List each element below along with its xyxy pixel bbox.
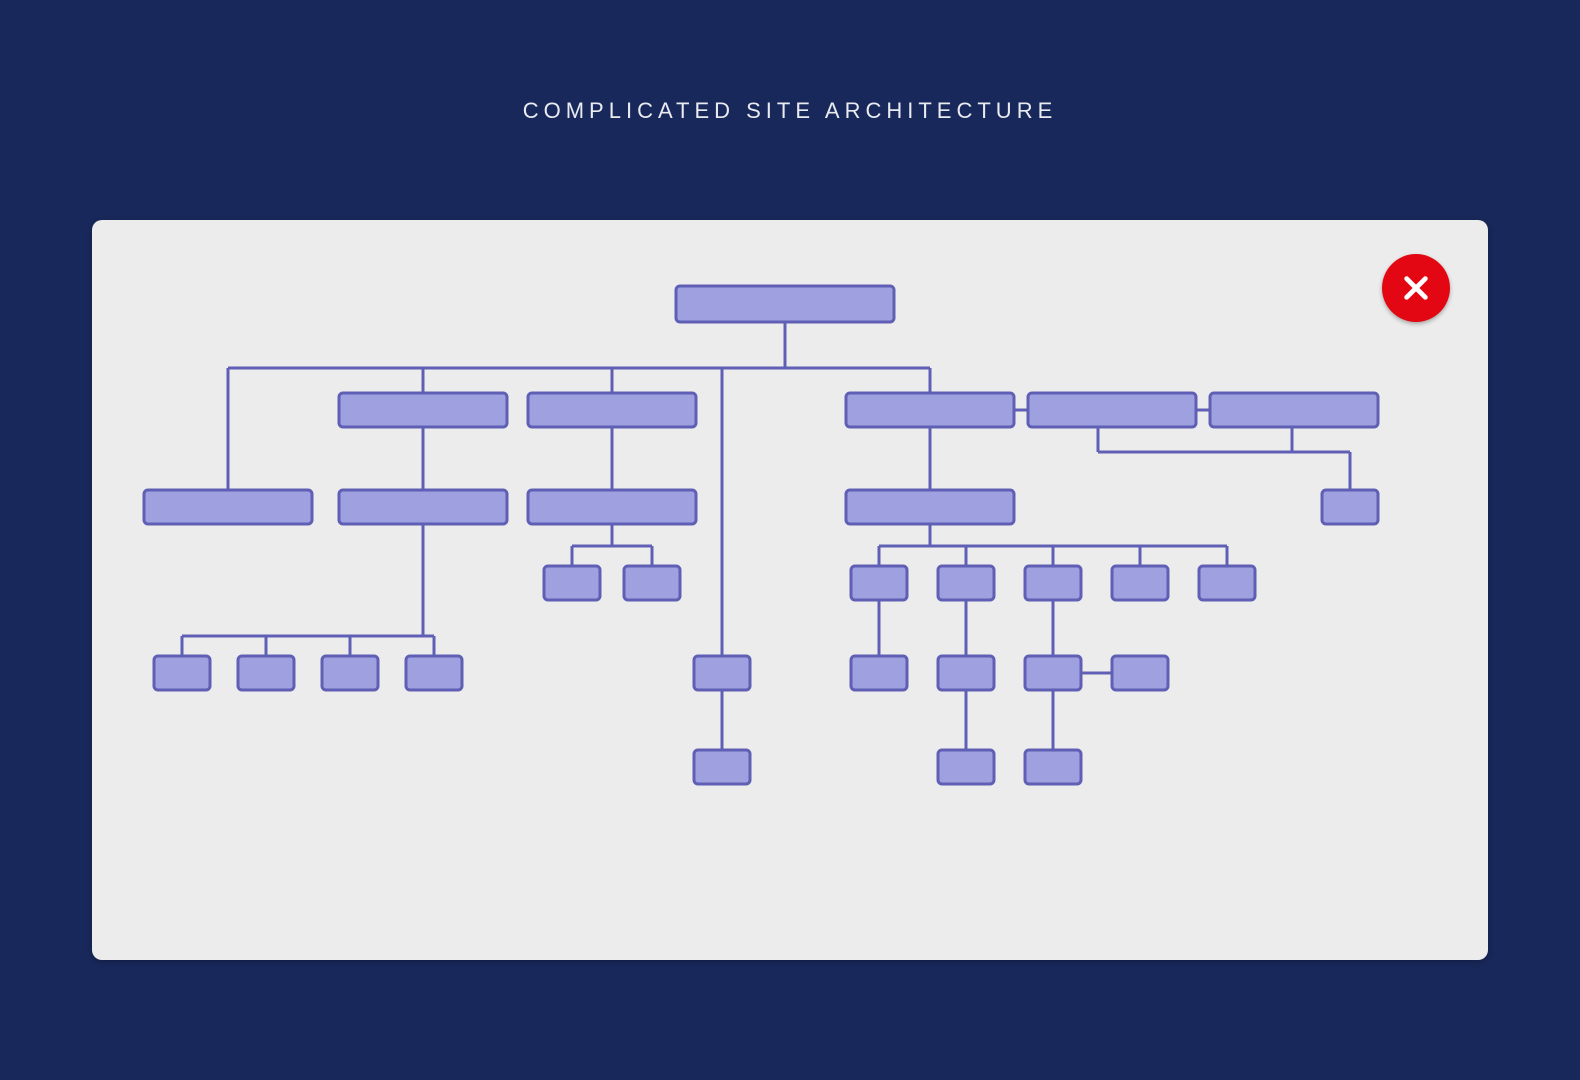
node-c3 [846,490,1014,524]
diagram-title: COMPLICATED SITE ARCHITECTURE [0,0,1580,124]
node-b2 [528,393,696,427]
node-bl1 [154,656,210,690]
node-rr1 [851,656,907,690]
node-rr2 [938,656,994,690]
node-r1 [851,566,907,600]
node-b3r2 [1210,393,1378,427]
node-rr3s [1112,656,1168,690]
node-rr3 [1025,656,1081,690]
node-rb1 [938,750,994,784]
diagram-panel [92,220,1488,960]
node-L1b [339,490,507,524]
node-b3 [846,393,1014,427]
node-mid2 [694,750,750,784]
node-bl4 [406,656,462,690]
node-root [676,286,894,322]
node-c2 [528,490,696,524]
site-architecture-diagram [92,220,1488,960]
node-mid1 [694,656,750,690]
node-b1 [339,393,507,427]
node-r5 [1199,566,1255,600]
node-L1a [144,490,312,524]
node-bl3 [322,656,378,690]
node-r3 [1025,566,1081,600]
node-b3r1 [1028,393,1196,427]
node-r2 [938,566,994,600]
node-gc2a [544,566,600,600]
node-rb2 [1025,750,1081,784]
node-r_small [1322,490,1378,524]
node-r4 [1112,566,1168,600]
node-bl2 [238,656,294,690]
node-gc2b [624,566,680,600]
